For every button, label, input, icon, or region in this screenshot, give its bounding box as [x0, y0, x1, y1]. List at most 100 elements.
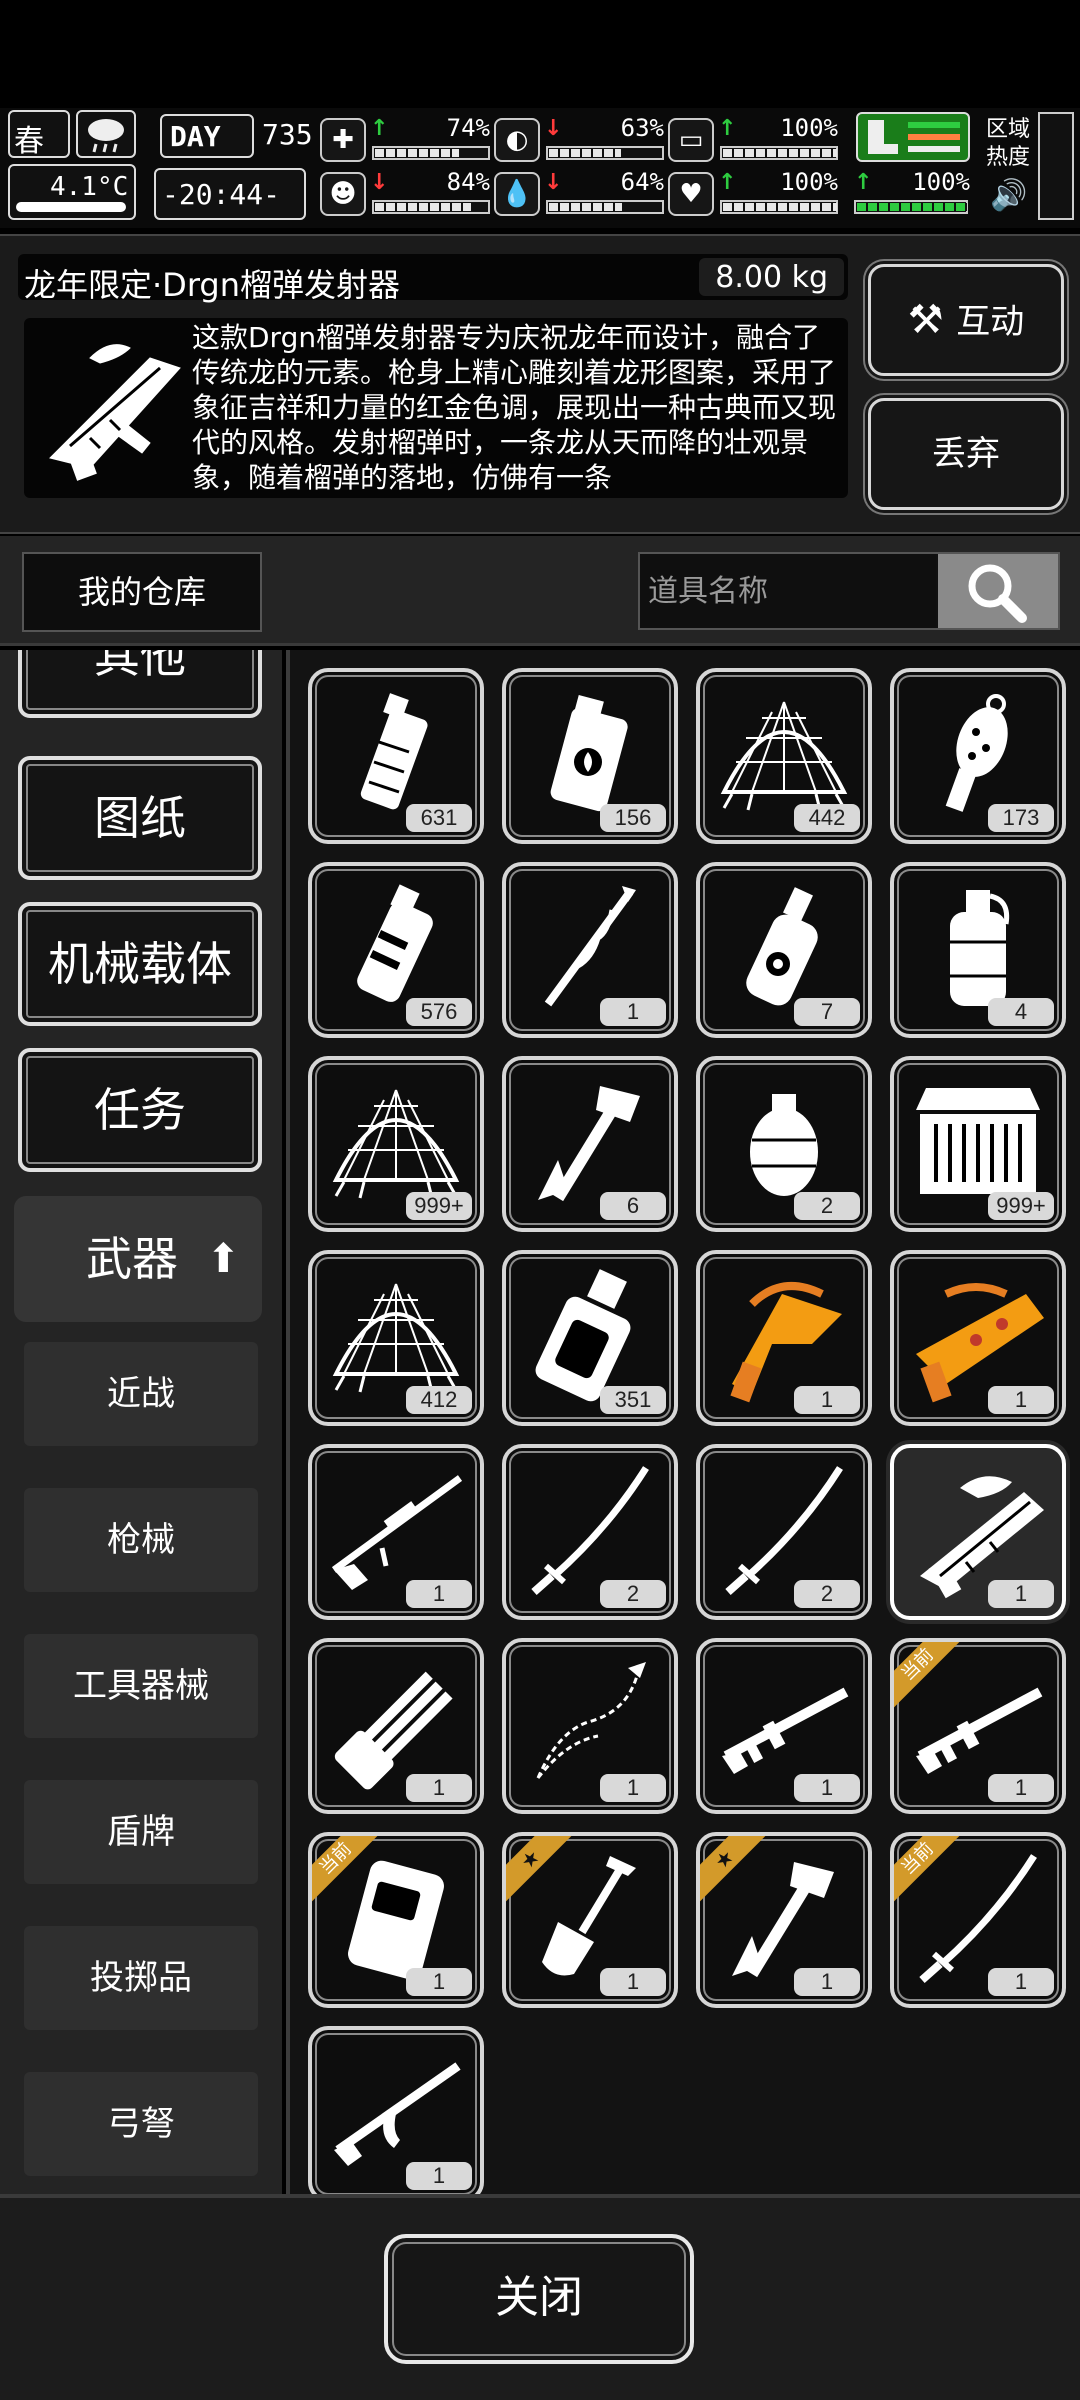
- item-count: 7: [794, 998, 860, 1026]
- favorite-badge: ★: [700, 1836, 774, 1910]
- subcategory-tools[interactable]: 工具器械: [24, 1634, 258, 1738]
- inventory-slot[interactable]: 999+: [308, 1056, 484, 1232]
- inventory-slot[interactable]: 2: [696, 1444, 872, 1620]
- inventory-slot[interactable]: 631: [308, 668, 484, 844]
- status-hud: 春 4.1°C DAY 735 -20:44- ✚ ↑ 74% ◐ ↓ 63% ▭ ↑ 100%…: [0, 108, 1080, 228]
- temperature-box: 4.1°C: [8, 164, 136, 220]
- item-count: 1: [600, 1774, 666, 1802]
- item-count: 1: [406, 1968, 472, 1996]
- close-button[interactable]: 关闭: [384, 2234, 694, 2364]
- inventory-slot[interactable]: 1: [696, 1638, 872, 1814]
- subcategory-bows[interactable]: 弓弩: [24, 2072, 258, 2176]
- inventory-slot[interactable]: 1: [308, 1444, 484, 1620]
- category-weapons[interactable]: 武器 ⬆: [14, 1196, 262, 1322]
- arrow-up-icon: ⬆: [206, 1236, 240, 1282]
- stat-stamina: ▭ ↑ 100%: [668, 114, 840, 164]
- discard-label: 丢弃: [932, 434, 1000, 474]
- day-label: DAY: [170, 120, 221, 153]
- stamina-bar: [720, 146, 838, 160]
- subcategory-melee[interactable]: 近战: [24, 1342, 258, 1446]
- season-label: 春: [14, 124, 44, 159]
- inventory-slot[interactable]: 1: [502, 1638, 678, 1814]
- item-name-bar: 龙年限定·Drgn榴弹发射器 8.00 kg: [18, 254, 848, 304]
- thirst-value: 64%: [620, 168, 664, 196]
- temperature-value: 4.1°C: [50, 172, 129, 202]
- inventory-slot[interactable]: 4: [890, 862, 1066, 1038]
- subcategory-shields[interactable]: 盾牌: [24, 1780, 258, 1884]
- inventory-slot[interactable]: 1 当前: [308, 1832, 484, 2008]
- zone-heat-label: 区域热度: [986, 117, 1031, 170]
- stat-heart: ♥ ↑ 100%: [668, 168, 840, 218]
- inventory-slot[interactable]: 576: [308, 862, 484, 1038]
- item-count: 999+: [988, 1192, 1054, 1220]
- badge-label: ★: [506, 1836, 580, 1910]
- item-grid: 631 156 442 173 576 1 7 4 999+ 6 2 999+ 412 351 1 1 1 2 2 1…: [286, 650, 1080, 2194]
- inventory-slot[interactable]: 2: [696, 1056, 872, 1232]
- boots-icon: [856, 112, 970, 162]
- health-value: 74%: [446, 114, 490, 142]
- inventory-slot[interactable]: 7: [696, 862, 872, 1038]
- inventory-slot[interactable]: 173: [890, 668, 1066, 844]
- category-vehicles[interactable]: 机械载体: [18, 902, 262, 1026]
- search-button[interactable]: [938, 554, 1058, 628]
- badge-label: 当前: [894, 1836, 968, 1910]
- inventory-slot[interactable]: 1: [308, 1638, 484, 1814]
- stamina-trend: ↑: [718, 116, 737, 141]
- item-count: 1: [988, 1386, 1054, 1414]
- interact-button[interactable]: ⚒ 互动: [868, 264, 1064, 376]
- interact-label: 互动: [956, 302, 1025, 342]
- clock-time: -20:44-: [162, 178, 281, 211]
- inventory-slot[interactable]: 1 ★: [696, 1832, 872, 2008]
- stamina-value: 100%: [780, 114, 838, 142]
- health-bar: [372, 146, 490, 160]
- inventory-slot[interactable]: 1: [696, 1250, 872, 1426]
- item-count: 1: [988, 1774, 1054, 1802]
- item-count: 2: [794, 1192, 860, 1220]
- item-count: 4: [988, 998, 1054, 1026]
- item-name: 龙年限定·Drgn榴弹发射器: [24, 266, 401, 304]
- heart-icon: ♥: [668, 172, 714, 216]
- day-value: 735: [262, 118, 313, 151]
- subcategory-throwables[interactable]: 投掷品: [24, 1926, 258, 2030]
- category-blueprints[interactable]: 图纸: [18, 756, 262, 880]
- inventory-slot[interactable]: 351: [502, 1250, 678, 1426]
- equipped-badge: 当前: [894, 1642, 968, 1716]
- item-weight: 8.00 kg: [699, 258, 844, 296]
- inventory-slot[interactable]: 1: [308, 2026, 484, 2194]
- item-count: 1: [600, 1968, 666, 1996]
- search-bar: [638, 552, 1060, 630]
- health-trend: ↑: [370, 116, 389, 141]
- inventory-slot[interactable]: 1 当前: [890, 1638, 1066, 1814]
- inventory-slot[interactable]: 1: [502, 862, 678, 1038]
- category-other[interactable]: 其他: [18, 650, 262, 718]
- badge-label: 当前: [894, 1642, 968, 1716]
- equipped-badge: 当前: [312, 1836, 386, 1910]
- search-input[interactable]: [640, 554, 936, 628]
- storage-title[interactable]: 我的仓库: [22, 552, 262, 632]
- item-count: 156: [600, 804, 666, 832]
- inventory-slot[interactable]: 1: [890, 1444, 1066, 1620]
- inventory-slot[interactable]: 6: [502, 1056, 678, 1232]
- item-detail-panel: 龙年限定·Drgn榴弹发射器 8.00 kg 这款Drgn榴弹发射器专为庆祝龙年…: [0, 234, 1080, 534]
- speaker-icon[interactable]: 🔊: [990, 178, 1027, 213]
- discard-button[interactable]: 丢弃: [868, 398, 1064, 510]
- item-count: 6: [600, 1192, 666, 1220]
- category-quests[interactable]: 任务: [18, 1048, 262, 1172]
- equipped-badge: 当前: [894, 1836, 968, 1910]
- inventory-slot[interactable]: 999+: [890, 1056, 1066, 1232]
- boots-durability: ↑ 100%: [850, 168, 972, 218]
- inventory-slot[interactable]: 156: [502, 668, 678, 844]
- inventory-slot[interactable]: 1 ★: [502, 1832, 678, 2008]
- favorite-badge: ★: [506, 1836, 580, 1910]
- item-count: 351: [600, 1386, 666, 1414]
- subcategory-firearms[interactable]: 枪械: [24, 1488, 258, 1592]
- inventory-slot[interactable]: 2: [502, 1444, 678, 1620]
- inventory-slot[interactable]: 1: [890, 1250, 1066, 1426]
- footer: 关闭: [0, 2194, 1080, 2400]
- inventory-slot[interactable]: 412: [308, 1250, 484, 1426]
- item-count: 1: [794, 1386, 860, 1414]
- inventory-slot[interactable]: 1 当前: [890, 1832, 1066, 2008]
- inventory-slot[interactable]: 442: [696, 668, 872, 844]
- mood-value: 84%: [446, 168, 490, 196]
- mood-trend: ↓: [370, 170, 389, 195]
